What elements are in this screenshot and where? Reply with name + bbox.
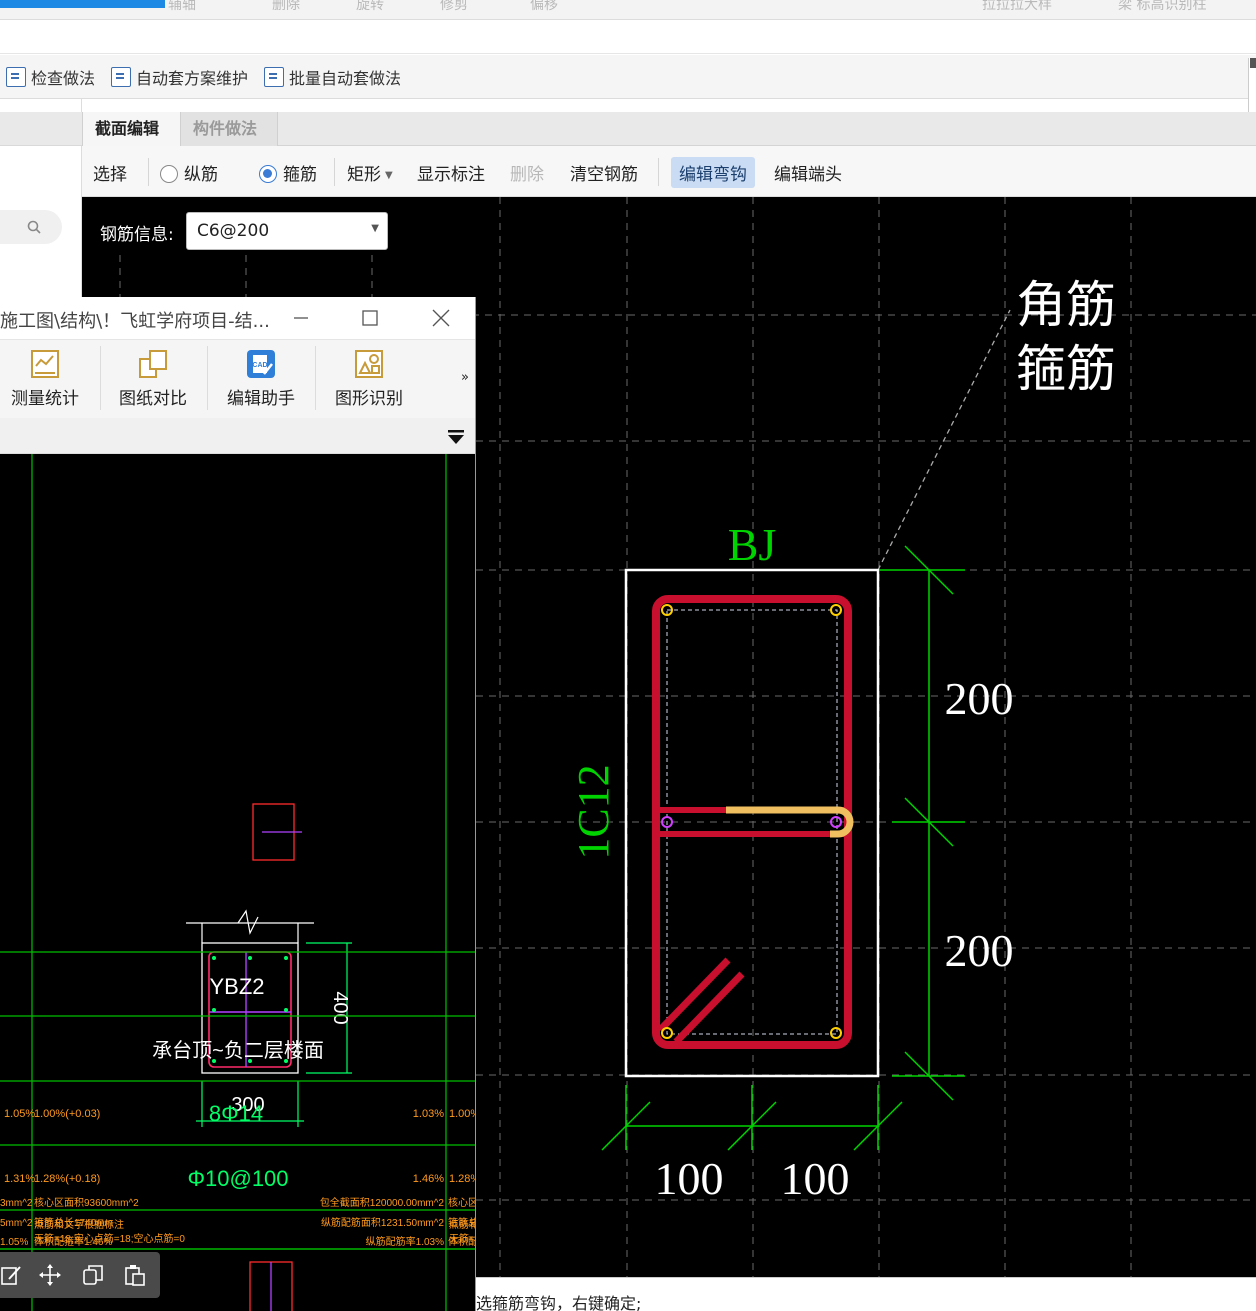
scheme-icon <box>111 66 132 87</box>
svg-text:无筋=18;实心点筋=18;空心点筋=0: 无筋=18;实心点筋=18;空心点筋=0 <box>34 1232 185 1245</box>
copy-icon[interactable] <box>82 1264 104 1286</box>
stirrup-radio[interactable]: 箍筋 <box>259 160 317 185</box>
main-toolbar: 检查做法 自动套方案维护 批量自动套做法 <box>0 55 1256 99</box>
ribbon-lower-band <box>0 20 1256 54</box>
edit-end-button[interactable]: 编辑端头 <box>774 160 842 185</box>
toolbar-divider <box>658 158 659 186</box>
tab-section-edit[interactable]: 截面编辑 <box>82 112 180 146</box>
cad-main-rebar: 8Φ14 <box>209 1101 263 1126</box>
svg-text:1.28%: 1.28% <box>449 1173 476 1185</box>
ribbon-item-trim[interactable]: 修剪 <box>440 0 468 14</box>
app-window: 辅轴 删除 旋转 修剪 偏移 拉拉拉大样 梁 标高识别柱 检查做法 自动套方案维… <box>0 0 1256 1311</box>
shape-dropdown[interactable]: 矩形 ▼ <box>347 160 393 185</box>
ribbon-item-auxiliary[interactable]: 辅轴 <box>168 0 196 14</box>
svg-text:1.03%: 1.03% <box>413 1108 444 1120</box>
vertical-scrollbar[interactable] <box>1248 58 1256 120</box>
check-method-button[interactable]: 检查做法 <box>6 65 95 89</box>
ribbon-item-recognize[interactable]: 梁 标高识别柱 <box>1118 0 1206 14</box>
ribbon-item-rotate[interactable]: 旋转 <box>356 0 384 14</box>
select-button[interactable]: 选择 <box>93 160 127 185</box>
edit-icon[interactable] <box>0 1264 22 1286</box>
rebar-info-select[interactable]: C6@200 ▼ <box>186 212 388 250</box>
clear-rebar-button[interactable]: 清空钢筋 <box>570 160 638 185</box>
chevron-down-icon: ▼ <box>371 223 379 234</box>
tab-component-method[interactable]: 构件做法 <box>180 112 278 146</box>
move-icon[interactable] <box>39 1264 61 1286</box>
svg-text:点筋和: 点筋和 <box>449 1218 476 1231</box>
svg-text:1.05%: 1.05% <box>4 1108 35 1120</box>
status-bar: 选箍筋弯钩，右键确定; <box>476 1277 1256 1311</box>
svg-text:点筋和文字根据标注: 点筋和文字根据标注 <box>34 1218 124 1231</box>
ribbon-item-offset[interactable]: 偏移 <box>530 0 558 14</box>
cad-component-name: YBZ2 <box>209 974 264 999</box>
svg-text:1.28%(+0.18): 1.28%(+0.18) <box>34 1173 100 1185</box>
section-editor-toolbar: 选择 纵筋 箍筋 矩形 ▼ 显示标注 删除 清空钢筋 编辑弯钩 编辑端头 <box>82 146 1256 197</box>
auto-scheme-maintain-button[interactable]: 自动套方案维护 <box>111 65 248 89</box>
editor-tabs: 截面编辑 构件做法 <box>82 112 1256 146</box>
rebar-info-label: 钢筋信息: <box>100 225 174 245</box>
toolbar-divider <box>334 158 335 186</box>
radio-off-icon <box>160 165 178 183</box>
ribbon-item-delete[interactable]: 删除 <box>272 0 300 14</box>
svg-text:1.46%: 1.46% <box>413 1173 444 1185</box>
search-icon[interactable] <box>27 220 41 234</box>
batch-icon <box>264 66 285 87</box>
ribbon-item-detail[interactable]: 拉拉拉大样 <box>982 0 1052 14</box>
left-panel <box>0 99 82 299</box>
longitudinal-radio[interactable]: 纵筋 <box>160 160 218 185</box>
paste-icon[interactable] <box>124 1264 146 1286</box>
toolbar-divider <box>148 158 149 186</box>
delete-button[interactable]: 删除 <box>510 160 544 185</box>
cad-stirrup-rebar: Φ10@100 <box>187 1166 288 1191</box>
floating-toolbar <box>0 1252 160 1298</box>
shape-label: 矩形 <box>347 165 381 185</box>
svg-text:1.31%: 1.31% <box>4 1173 35 1185</box>
svg-text:无筋=1(: 无筋=1( <box>449 1232 476 1245</box>
cad-viewer-window: 施工图\结构\！飞虹学府项目-结... 测量统计 图纸对比 CAD 编辑助手 图… <box>0 297 476 1311</box>
auto-scheme-maintain-label: 自动套方案维护 <box>136 68 249 88</box>
radio-on-icon <box>259 165 277 183</box>
rebar-info-value: C6@200 <box>197 221 270 241</box>
top-ribbon-strip: 辅轴 删除 旋转 修剪 偏移 拉拉拉大样 梁 标高识别柱 <box>0 0 1256 20</box>
cad-range: 承台顶~负二层楼面 <box>152 1039 324 1062</box>
cad-lower-table: YBZ2 承台顶~负二层楼面 8Φ14 Φ10@100 1.05% 1.00%(… <box>0 951 476 1311</box>
svg-text:1.00%(+0.03): 1.00%(+0.03) <box>34 1108 100 1120</box>
active-tab-indicator <box>0 0 165 8</box>
check-list-icon <box>6 66 26 87</box>
check-method-label: 检查做法 <box>31 68 96 88</box>
stirrup-label: 箍筋 <box>283 165 317 185</box>
edit-hook-button[interactable]: 编辑弯钩 <box>671 157 755 188</box>
batch-auto-method-label: 批量自动套做法 <box>289 68 402 88</box>
longitudinal-label: 纵筋 <box>184 165 218 185</box>
show-annotation-button[interactable]: 显示标注 <box>417 160 485 185</box>
svg-text:1.00%: 1.00% <box>449 1108 476 1120</box>
batch-auto-method-button[interactable]: 批量自动套做法 <box>264 65 401 89</box>
chevron-down-icon: ▼ <box>385 170 393 181</box>
left-panel-tabstrip <box>0 112 82 146</box>
status-text: 选箍筋弯钩，右键确定; <box>476 1294 642 1311</box>
